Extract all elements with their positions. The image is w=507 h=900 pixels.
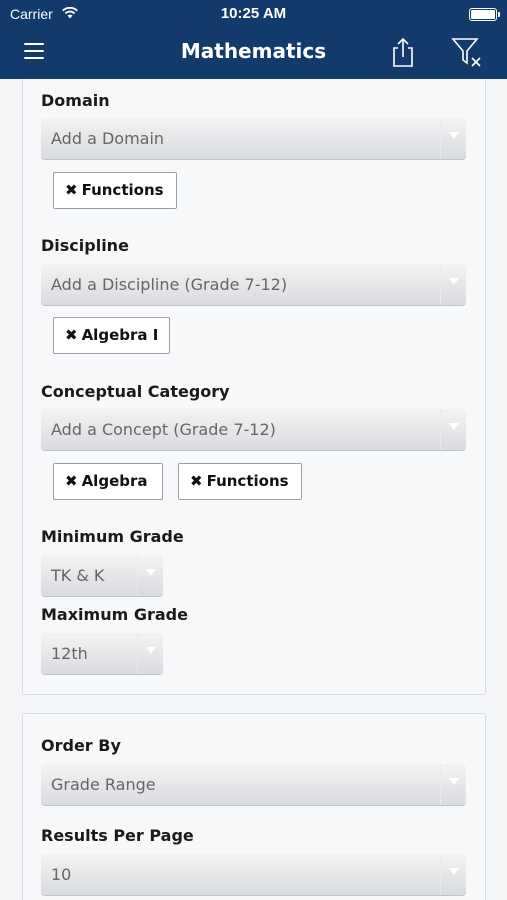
remove-icon: ✖ [190,472,203,490]
maximum-grade-value: 12th [51,644,88,663]
minimum-grade-label: Minimum Grade [41,527,184,546]
share-icon [393,37,413,67]
clear-filter-icon [451,38,481,67]
status-bar: Carrier 10:25 AM [0,0,507,28]
conceptual-category-select[interactable]: Add a Concept (Grade 7-12) [41,409,466,450]
minimum-grade-value: TK & K [51,566,105,585]
chip-label: Functions [206,472,289,490]
app-header: Carrier 10:25 AM Mathematics [0,0,507,79]
conceptual-category-label: Conceptual Category [41,382,230,401]
share-button[interactable] [389,36,417,68]
order-by-label: Order By [41,736,121,755]
remove-icon: ✖ [65,326,78,344]
clock: 10:25 AM [220,5,287,22]
results-per-page-label: Results Per Page [41,826,194,845]
chip-label: Algebra [81,472,148,490]
chevron-down-icon [146,647,156,654]
domain-label: Domain [41,91,110,110]
results-per-page-select[interactable]: 10 [41,854,466,895]
chip-label: Algebra I [81,326,159,344]
chip-discipline-algebra-i[interactable]: ✖ Algebra I [53,317,170,354]
discipline-select[interactable]: Add a Discipline (Grade 7-12) [41,264,466,305]
chevron-down-icon [146,569,156,576]
page-title: Mathematics [180,39,327,63]
clear-filter-button[interactable] [450,36,486,68]
discipline-placeholder: Add a Discipline (Grade 7-12) [51,275,288,294]
chevron-down-icon [449,778,459,785]
chip-concept-functions[interactable]: ✖ Functions [178,463,302,500]
order-by-select[interactable]: Grade Range [41,764,466,805]
discipline-label: Discipline [41,236,129,255]
remove-icon: ✖ [65,472,78,490]
domain-select[interactable]: Add a Domain [41,118,466,159]
battery-icon [469,8,500,21]
maximum-grade-select[interactable]: 12th [41,633,163,674]
remove-icon: ✖ [65,181,78,199]
chip-label: Functions [81,181,164,199]
chevron-down-icon [449,423,459,430]
maximum-grade-label: Maximum Grade [41,605,188,624]
chevron-down-icon [449,868,459,875]
domain-placeholder: Add a Domain [51,129,165,148]
chevron-down-icon [449,132,459,139]
minimum-grade-select[interactable]: TK & K [41,555,163,596]
order-by-value: Grade Range [51,775,156,794]
chevron-down-icon [449,278,459,285]
chip-concept-algebra[interactable]: ✖ Algebra [53,463,163,500]
results-per-page-value: 10 [51,865,72,884]
conceptual-category-placeholder: Add a Concept (Grade 7-12) [51,420,276,439]
chip-domain-functions[interactable]: ✖ Functions [53,172,177,209]
